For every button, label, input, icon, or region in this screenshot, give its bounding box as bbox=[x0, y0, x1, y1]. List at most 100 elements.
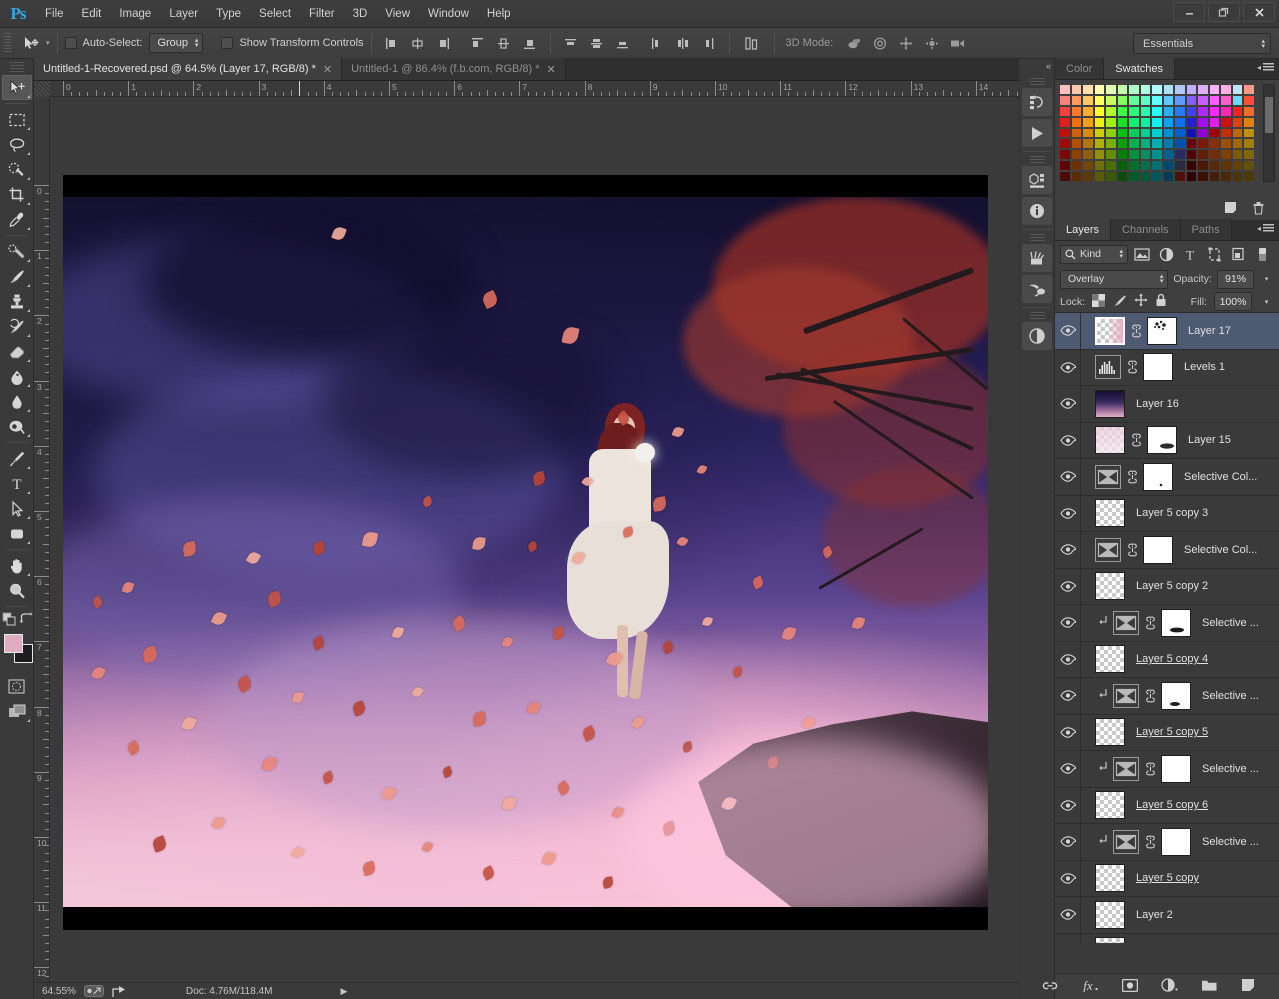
rail-group-grip-1[interactable] bbox=[1029, 78, 1045, 87]
align-left-edges-icon[interactable] bbox=[379, 31, 405, 55]
layer-name[interactable]: Layer 5 copy 4 bbox=[1136, 653, 1208, 665]
menu-3d[interactable]: 3D bbox=[344, 3, 377, 25]
swatch-cell[interactable] bbox=[1128, 138, 1140, 150]
layer-visibility-toggle[interactable] bbox=[1058, 471, 1078, 483]
layer-name[interactable]: Layer 17 bbox=[1188, 325, 1231, 337]
swatch-cell[interactable] bbox=[1116, 149, 1129, 161]
layer-visibility-toggle[interactable] bbox=[1058, 799, 1078, 811]
swatch-cell[interactable] bbox=[1059, 84, 1071, 95]
quick-mask-toggle[interactable] bbox=[2, 674, 32, 699]
opacity-input[interactable]: 91% bbox=[1216, 269, 1255, 289]
menu-image[interactable]: Image bbox=[110, 3, 160, 25]
swatch-cell[interactable] bbox=[1093, 171, 1106, 182]
swatch-cell[interactable] bbox=[1059, 116, 1071, 128]
swatch-cell[interactable] bbox=[1197, 116, 1209, 128]
layer-visibility-toggle[interactable] bbox=[1058, 690, 1078, 702]
layer-name[interactable]: Selective ... bbox=[1202, 836, 1259, 848]
lock-all-icon[interactable] bbox=[1155, 293, 1167, 310]
3d-orbit-icon[interactable] bbox=[841, 31, 867, 55]
filter-toggle-switch[interactable] bbox=[1252, 245, 1272, 264]
tab-paths[interactable]: Paths bbox=[1180, 219, 1232, 240]
swatches-scrollbar[interactable] bbox=[1263, 84, 1275, 182]
layer-name[interactable]: Layer 5 copy 6 bbox=[1136, 799, 1208, 811]
swatch-cell[interactable] bbox=[1151, 105, 1163, 117]
mask-link-icon[interactable] bbox=[1144, 616, 1156, 630]
layer-name[interactable]: Layer 15 bbox=[1188, 434, 1231, 446]
layer-row[interactable]: Layer 15 bbox=[1055, 422, 1279, 459]
layer-name[interactable]: Selective ... bbox=[1202, 763, 1259, 775]
swatch-cell[interactable] bbox=[1231, 116, 1244, 128]
horizontal-ruler[interactable]: 0 1 2 3 4 5 6 7 8 9 10 11 12 13 14 bbox=[34, 81, 1019, 97]
lasso-tool[interactable] bbox=[2, 132, 32, 157]
layer-name[interactable]: Layer 2 bbox=[1136, 909, 1173, 921]
swatch-cell[interactable] bbox=[1243, 105, 1255, 117]
swatch-cell[interactable] bbox=[1220, 171, 1232, 182]
close-button[interactable] bbox=[1243, 2, 1275, 22]
swatch-cell[interactable] bbox=[1082, 149, 1094, 161]
swatch-cell[interactable] bbox=[1139, 149, 1152, 161]
horizontal-type-tool[interactable]: T bbox=[2, 471, 32, 496]
delete-swatch-icon[interactable] bbox=[1252, 201, 1265, 218]
swatch-cell[interactable] bbox=[1151, 94, 1163, 106]
swatch-cell[interactable] bbox=[1220, 105, 1232, 117]
eraser-tool[interactable] bbox=[2, 339, 32, 364]
menu-select[interactable]: Select bbox=[250, 3, 300, 25]
swatch-cell[interactable] bbox=[1082, 160, 1094, 172]
zoom-tool[interactable] bbox=[2, 578, 32, 603]
brush-tool[interactable] bbox=[2, 264, 32, 289]
new-layer-icon[interactable] bbox=[1241, 978, 1256, 995]
swatch-cell[interactable] bbox=[1139, 94, 1152, 106]
swatch-cell[interactable] bbox=[1162, 149, 1175, 161]
swatch-cell[interactable] bbox=[1185, 84, 1198, 95]
swatch-cell[interactable] bbox=[1105, 94, 1117, 106]
mask-link-icon[interactable] bbox=[1126, 360, 1138, 374]
auto-align-layers-icon[interactable] bbox=[737, 31, 767, 55]
layer-row[interactable]: Layer 5 copy 3 bbox=[1055, 495, 1279, 532]
new-adjustment-layer-icon[interactable] bbox=[1160, 978, 1178, 995]
swatch-cell[interactable] bbox=[1105, 127, 1117, 139]
options-bar-grip[interactable] bbox=[4, 32, 11, 54]
layer-visibility-toggle[interactable] bbox=[1058, 580, 1078, 592]
new-group-icon[interactable] bbox=[1201, 979, 1218, 995]
distribute-bottom-edges-icon[interactable] bbox=[610, 31, 636, 55]
share-icon[interactable] bbox=[112, 985, 128, 998]
swatch-cell[interactable] bbox=[1082, 94, 1094, 106]
swatch-cell[interactable] bbox=[1231, 160, 1244, 172]
swatch-cell[interactable] bbox=[1220, 116, 1232, 128]
swatch-cell[interactable] bbox=[1208, 149, 1221, 161]
layer-name[interactable]: Selective Col... bbox=[1184, 544, 1257, 556]
swatch-cell[interactable] bbox=[1059, 160, 1071, 172]
swatch-cell[interactable] bbox=[1128, 84, 1140, 95]
vertical-ruler[interactable]: 0 1 2 3 4 5 6 7 8 9 10 11 12 bbox=[34, 97, 50, 982]
rail-group-grip-2[interactable] bbox=[1029, 156, 1045, 165]
swatch-cell[interactable] bbox=[1208, 116, 1221, 128]
swatch-cell[interactable] bbox=[1243, 84, 1255, 95]
status-menu-arrow-icon[interactable]: ▶ bbox=[340, 986, 347, 997]
mask-link-icon[interactable] bbox=[1144, 762, 1156, 776]
swatch-cell[interactable] bbox=[1174, 171, 1186, 182]
menu-file[interactable]: File bbox=[36, 3, 73, 25]
align-bottom-edges-icon[interactable] bbox=[517, 31, 543, 55]
tab-color[interactable]: Color bbox=[1055, 58, 1105, 79]
layer-visibility-toggle[interactable] bbox=[1058, 544, 1078, 556]
swatch-cell[interactable] bbox=[1208, 105, 1221, 117]
swatch-cell[interactable] bbox=[1243, 127, 1255, 139]
3d-slide-icon[interactable] bbox=[919, 31, 945, 55]
layer-row[interactable]: Layer 17 bbox=[1055, 313, 1279, 350]
layer-mask-thumbnail[interactable] bbox=[1147, 426, 1177, 455]
swatch-cell[interactable] bbox=[1105, 149, 1117, 161]
brush-presets-panel-icon[interactable] bbox=[1022, 244, 1052, 272]
layer-row[interactable]: Layer 2 bbox=[1055, 897, 1279, 934]
swatch-cell[interactable] bbox=[1197, 84, 1209, 95]
distribute-top-edges-icon[interactable] bbox=[558, 31, 584, 55]
brush-panel-icon[interactable] bbox=[1022, 275, 1052, 303]
swatch-cell[interactable] bbox=[1197, 105, 1209, 117]
menu-type[interactable]: Type bbox=[207, 3, 250, 25]
swatch-cell[interactable] bbox=[1220, 138, 1232, 150]
swatch-cell[interactable] bbox=[1128, 116, 1140, 128]
swatch-cell[interactable] bbox=[1093, 84, 1106, 95]
swatch-cell[interactable] bbox=[1208, 138, 1221, 150]
rail-group-grip-3[interactable] bbox=[1029, 234, 1045, 243]
swatch-cell[interactable] bbox=[1220, 94, 1232, 106]
tool-preset-caret-icon[interactable]: ▾ bbox=[46, 39, 50, 47]
